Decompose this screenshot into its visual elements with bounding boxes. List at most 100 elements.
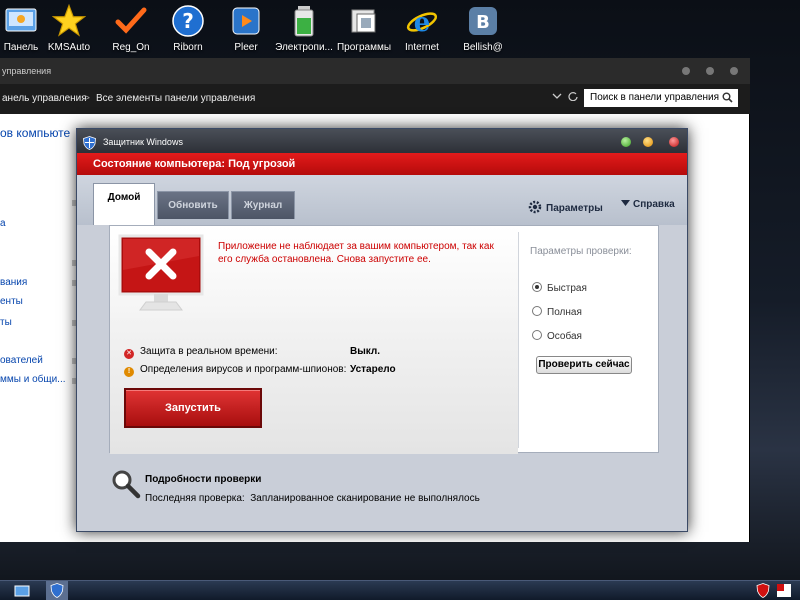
error-icon: ✕ <box>124 349 134 359</box>
scan-option-custom[interactable]: Особая <box>532 330 582 342</box>
help-link[interactable]: Справка <box>621 199 675 210</box>
desktop-icon-internet[interactable]: e Internet <box>391 2 453 62</box>
scan-options-title: Параметры проверки: <box>530 246 632 257</box>
desktop-icon-pleer[interactable]: Pleer <box>215 2 277 62</box>
taskbar-app-icon[interactable] <box>14 584 30 600</box>
side-link[interactable]: ователей <box>0 355 43 366</box>
magnifier-icon <box>111 469 141 499</box>
desktop-icon-riborn[interactable]: ? Riborn <box>157 2 219 62</box>
scan-now-button[interactable]: Проверить сейчас <box>536 356 632 374</box>
svg-text:e: e <box>414 8 431 38</box>
alert-message: Приложение не наблюдает за вашим компьют… <box>218 241 494 265</box>
tray-shield-warning-icon[interactable] <box>756 583 770 600</box>
control-panel-heading[interactable]: ов компьюте <box>0 126 70 140</box>
desktop-icon-label: Bellish@ <box>463 42 503 53</box>
side-link[interactable]: вания <box>0 277 27 288</box>
side-link[interactable]: а <box>0 218 6 229</box>
minimize-button[interactable] <box>682 67 690 75</box>
help-label: Справка <box>633 199 675 210</box>
radio-label: Особая <box>547 331 582 342</box>
defender-shield-icon <box>50 583 64 598</box>
last-scan-value: Запланированное сканирование не выполнял… <box>250 493 480 504</box>
desktop-icon-label: Reg_On <box>112 42 150 53</box>
desktop-icon-programs[interactable]: Программы <box>333 2 395 62</box>
breadcrumb-separator: > <box>84 93 90 104</box>
close-button[interactable] <box>730 67 738 75</box>
svg-text:?: ? <box>182 9 194 33</box>
defender-window: Защитник Windows Состояние компьютера: П… <box>76 128 688 532</box>
checkmark-icon <box>114 4 148 38</box>
status-label: Защита в реальном времени: <box>140 346 278 357</box>
control-panel-titlebar: управления <box>0 58 750 84</box>
side-link[interactable]: енты <box>0 296 23 307</box>
programs-icon <box>347 4 381 38</box>
help-icon: ? <box>171 4 205 38</box>
scan-option-quick[interactable]: Быстрая <box>532 282 587 294</box>
tab-label: Журнал <box>243 200 283 211</box>
scan-option-full[interactable]: Полная <box>532 306 582 318</box>
search-placeholder: Поиск в панели управления <box>590 92 720 103</box>
defender-title: Защитник Windows <box>103 137 183 147</box>
settings-label: Параметры <box>546 203 603 214</box>
gear-icon <box>528 200 542 214</box>
start-button[interactable]: Запустить <box>124 388 262 428</box>
computer-status-bar: Состояние компьютера: Под угрозой <box>77 153 687 175</box>
media-player-icon <box>229 4 263 38</box>
status-label: Определения вирусов и программ-шпионов: <box>140 364 347 375</box>
status-value: Устарело <box>350 364 396 375</box>
close-button[interactable] <box>669 137 679 147</box>
radio-label: Полная <box>547 307 582 318</box>
radio-selected-icon[interactable] <box>532 282 542 292</box>
settings-link[interactable]: Параметры <box>527 199 603 215</box>
tab-update[interactable]: Обновить <box>157 191 229 219</box>
refresh-icon[interactable] <box>568 91 578 102</box>
desktop-icon-label: Электропи... <box>275 42 333 53</box>
tab-label: Домой <box>107 192 141 203</box>
defender-shield-icon <box>83 134 96 150</box>
desktop-icon-label: KMSAuto <box>47 42 91 53</box>
maximize-button[interactable] <box>643 137 653 147</box>
tab-history[interactable]: Журнал <box>231 191 295 219</box>
breadcrumb-root[interactable]: анель управления <box>2 93 87 104</box>
radio-icon[interactable] <box>532 330 542 340</box>
radio-icon[interactable] <box>532 306 542 316</box>
control-panel-icon <box>4 4 38 38</box>
taskbar-defender-button[interactable] <box>46 581 68 600</box>
last-scan-row: Последняя проверка: Запланированное скан… <box>145 493 480 504</box>
star-icon <box>52 4 86 38</box>
vk-icon: B <box>466 4 500 38</box>
desktop-icon-kmsauto[interactable]: KMSAuto <box>38 2 100 62</box>
status-value: Выкл. <box>350 346 381 357</box>
tab-label: Обновить <box>168 200 218 211</box>
desktop-icon-bellish[interactable]: B Bellish@ <box>452 2 514 62</box>
side-link[interactable]: ты <box>0 317 12 328</box>
maximize-button[interactable] <box>706 67 714 75</box>
desktop-icon-label: Riborn <box>173 42 203 53</box>
desktop-icon-label: Программы <box>336 42 392 53</box>
tray-flag-icon[interactable] <box>776 583 792 600</box>
internet-explorer-icon: e <box>405 4 439 38</box>
tab-home[interactable]: Домой <box>93 183 155 225</box>
search-icon[interactable] <box>722 92 733 110</box>
breadcrumb-current[interactable]: Все элементы панели управления <box>96 93 255 104</box>
battery-icon <box>287 4 321 38</box>
scan-details-title: Подробности проверки <box>145 474 262 485</box>
dropdown-icon[interactable] <box>552 91 562 101</box>
radio-label: Быстрая <box>547 283 587 294</box>
desktop-icon-power[interactable]: Электропи... <box>273 2 335 62</box>
status-section <box>110 318 518 454</box>
side-link[interactable]: ммы и общи... <box>0 374 66 385</box>
desktop-icon-reg-on[interactable]: Reg_On <box>100 2 162 62</box>
desktop-icon-label: Pleer <box>234 42 258 53</box>
control-panel-title: управления <box>2 66 52 76</box>
status-row-realtime: ✕ Защита в реальном времени: <box>124 346 278 359</box>
last-scan-label: Последняя проверка: <box>145 493 245 504</box>
monitor-error-icon <box>118 234 204 314</box>
control-panel-addressbar: анель управления > Все элементы панели у… <box>0 84 750 114</box>
defender-titlebar: Защитник Windows <box>77 129 687 153</box>
desktop-icon-label: Internet <box>405 42 439 53</box>
minimize-button[interactable] <box>621 137 631 147</box>
chevron-down-icon <box>621 200 630 206</box>
home-panel: Приложение не наблюдает за вашим компьют… <box>109 225 659 454</box>
search-input[interactable]: Поиск в панели управления <box>584 89 738 107</box>
